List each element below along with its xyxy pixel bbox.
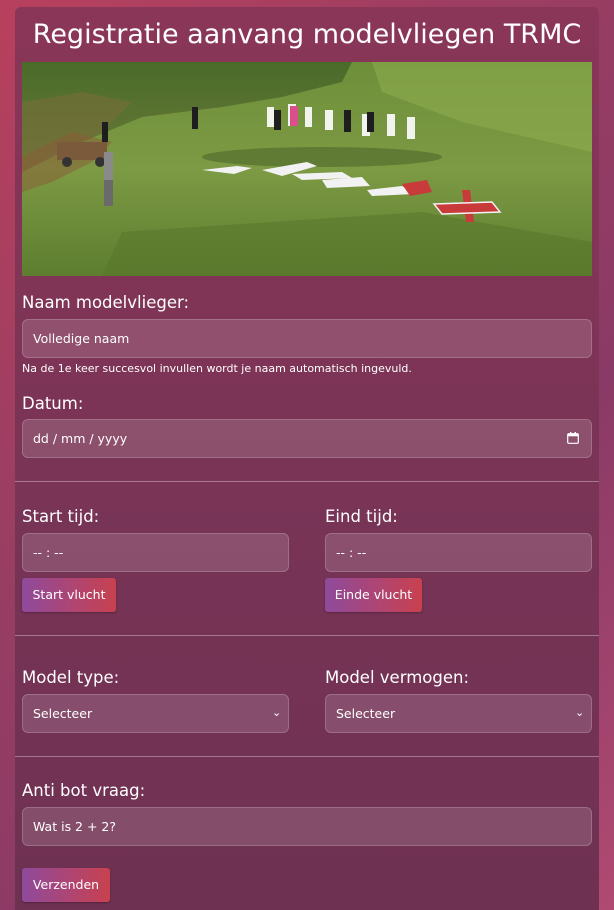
model-type-select[interactable]: Selecteer ⌄ [22,694,289,733]
start-tijd-placeholder: -- : -- [33,545,64,560]
group-photo [22,62,592,276]
datum-input[interactable]: dd / mm / yyyy [22,419,592,458]
einde-vlucht-button[interactable]: Einde vlucht [325,578,422,612]
divider [15,756,599,757]
datum-placeholder: dd / mm / yyyy [33,431,128,446]
datum-label: Datum: [22,394,84,413]
model-type-selected: Selecteer [33,706,93,721]
eind-tijd-label: Eind tijd: [325,507,398,526]
model-vermogen-selected: Selecteer [336,706,396,721]
start-vlucht-button[interactable]: Start vlucht [22,578,116,612]
model-vermogen-select[interactable]: Selecteer ⌄ [325,694,592,733]
model-vermogen-label: Model vermogen: [325,668,470,687]
eind-tijd-input[interactable]: -- : -- [325,533,592,572]
registration-card: Registratie aanvang modelvliegen TRMC Na… [15,7,599,910]
anti-bot-input[interactable]: Wat is 2 + 2? [22,807,592,846]
calendar-icon[interactable] [567,432,579,444]
chevron-down-icon: ⌄ [272,706,282,719]
start-tijd-label: Start tijd: [22,507,100,526]
divider [15,481,599,482]
page-title: Registratie aanvang modelvliegen TRMC [32,19,582,50]
anti-bot-placeholder: Wat is 2 + 2? [33,819,117,834]
model-type-label: Model type: [22,668,120,687]
naam-input[interactable]: Volledige naam [22,319,592,358]
divider [15,635,599,636]
naam-label: Naam modelvlieger: [22,293,190,312]
naam-placeholder: Volledige naam [33,331,130,346]
chevron-down-icon: ⌄ [575,706,585,719]
eind-tijd-placeholder: -- : -- [336,545,367,560]
start-tijd-input[interactable]: -- : -- [22,533,289,572]
naam-help-text: Na de 1e keer succesvol invullen wordt j… [22,362,412,375]
verzenden-button[interactable]: Verzenden [22,868,110,902]
anti-bot-label: Anti bot vraag: [22,781,146,800]
